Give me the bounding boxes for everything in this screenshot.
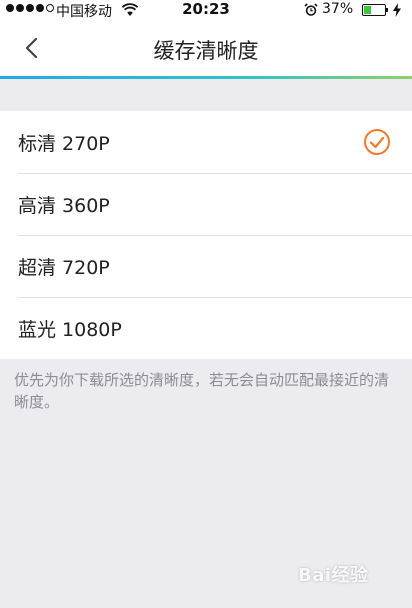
charging-bolt-icon	[393, 3, 401, 17]
back-button[interactable]	[18, 34, 46, 62]
quality-option[interactable]: 超清 720P	[0, 235, 412, 297]
alarm-clock-icon	[304, 3, 318, 16]
nav-accent-line	[0, 76, 412, 79]
watermark-text: Bai经验	[298, 565, 369, 586]
status-bar: 中国移动 20:23 37%	[0, 0, 412, 20]
navigation-bar: 缓存清晰度	[0, 20, 412, 76]
quality-option-label: 蓝光 1080P	[18, 319, 122, 341]
baidu-jingyan-watermark-logo: Bai经验	[290, 555, 400, 595]
signal-dot	[26, 4, 34, 12]
signal-strength-icon	[6, 4, 54, 12]
quality-options-list: 标清 270P 高清 360P 超清 720P 蓝光 1080P	[0, 111, 412, 359]
selected-check-icon	[364, 129, 390, 155]
battery-tip	[386, 8, 388, 12]
quality-option[interactable]: 高清 360P	[0, 173, 412, 235]
signal-dot	[6, 4, 14, 12]
quality-option-label: 超清 720P	[18, 257, 110, 279]
signal-dot	[36, 4, 44, 12]
quality-option-label: 标清 270P	[18, 133, 110, 155]
quality-option[interactable]: 蓝光 1080P	[0, 297, 412, 359]
battery-percent: 37%	[322, 1, 354, 17]
battery-level-fill	[364, 6, 371, 14]
wifi-icon	[122, 3, 138, 16]
hint-text: 优先为你下载所选的清晰度，若无会自动匹配最接近的清晰度。	[14, 371, 390, 411]
signal-dot-empty	[46, 4, 54, 12]
chevron-left-icon	[25, 37, 38, 59]
quality-option[interactable]: 标清 270P	[0, 111, 412, 173]
signal-dot	[16, 4, 24, 12]
page-title: 缓存清晰度	[153, 39, 259, 63]
battery-icon	[362, 4, 386, 16]
quality-option-label: 高清 360P	[18, 195, 110, 217]
carrier-name: 中国移动	[56, 4, 112, 20]
